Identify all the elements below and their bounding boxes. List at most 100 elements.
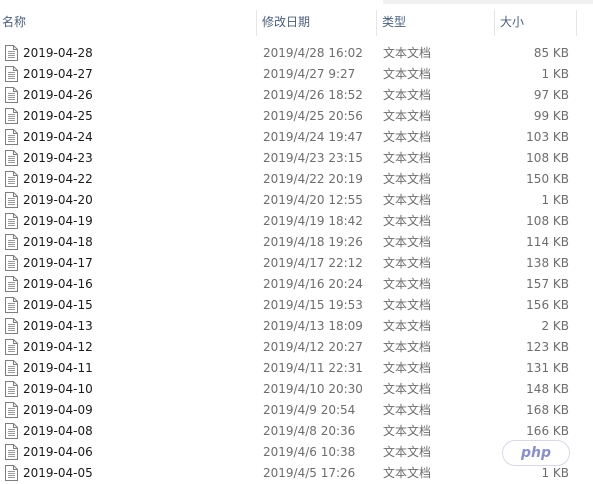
file-row[interactable]: 2019-04-26 2019/4/26 18:52 文本文档 97 KB: [0, 85, 593, 106]
text-document-icon: [5, 108, 18, 124]
file-row[interactable]: 2019-04-20 2019/4/20 12:55 文本文档 1 KB: [0, 190, 593, 211]
file-size: 108 KB: [526, 151, 569, 165]
column-header-name[interactable]: 名称: [0, 6, 256, 38]
file-type: 文本文档: [383, 214, 432, 228]
file-row[interactable]: 2019-04-24 2019/4/24 19:47 文本文档 103 KB: [0, 127, 593, 148]
file-date-modified: 2019/4/15 19:53: [263, 298, 363, 312]
file-size: 148 KB: [526, 382, 569, 396]
text-document-icon: [5, 297, 18, 313]
file-name: 2019-04-28: [23, 46, 93, 60]
file-date-modified: 2019/4/9 20:54: [263, 403, 356, 417]
file-size: 2 KB: [541, 319, 569, 333]
file-size: 103 KB: [526, 130, 569, 144]
file-row[interactable]: 2019-04-19 2019/4/19 18:42 文本文档 108 KB: [0, 211, 593, 232]
file-date-modified: 2019/4/19 18:42: [263, 214, 363, 228]
file-type: 文本文档: [383, 361, 432, 375]
file-name: 2019-04-08: [23, 424, 93, 438]
file-date-modified: 2019/4/18 19:26: [263, 235, 363, 249]
file-row[interactable]: 2019-04-13 2019/4/13 18:09 文本文档 2 KB: [0, 316, 593, 337]
column-header-bar: ⌃ 名称 修改日期 类型 大小: [0, 0, 593, 38]
file-row[interactable]: 2019-04-18 2019/4/18 19:26 文本文档 114 KB: [0, 232, 593, 253]
file-explorer: ⌃ 名称 修改日期 类型 大小 2019-04-28 2019/4/28 16:0…: [0, 0, 593, 484]
file-date-modified: 2019/4/24 19:47: [263, 130, 363, 144]
file-type: 文本文档: [383, 298, 432, 312]
file-name: 2019-04-23: [23, 151, 93, 165]
text-document-icon: [5, 276, 18, 292]
column-header-date-modified[interactable]: 修改日期: [256, 6, 376, 38]
file-name: 2019-04-09: [23, 403, 93, 417]
file-name: 2019-04-22: [23, 172, 93, 186]
text-document-icon: [5, 339, 18, 355]
file-name: 2019-04-27: [23, 67, 93, 81]
text-document-icon: [5, 255, 18, 271]
file-row[interactable]: 2019-04-11 2019/4/11 22:31 文本文档 131 KB: [0, 358, 593, 379]
file-name: 2019-04-15: [23, 298, 93, 312]
file-size: 97 KB: [533, 88, 569, 102]
text-document-icon: [5, 423, 18, 439]
file-type: 文本文档: [383, 193, 432, 207]
file-date-modified: 2019/4/12 20:27: [263, 340, 363, 354]
file-date-modified: 2019/4/13 18:09: [263, 319, 363, 333]
file-row[interactable]: 2019-04-17 2019/4/17 22:12 文本文档 138 KB: [0, 253, 593, 274]
php-logo-watermark: php: [502, 440, 570, 466]
text-document-icon: [5, 87, 18, 103]
file-row[interactable]: 2019-04-09 2019/4/9 20:54 文本文档 168 KB: [0, 400, 593, 421]
file-date-modified: 2019/4/25 20:56: [263, 109, 363, 123]
file-size: 114 KB: [526, 235, 569, 249]
file-date-modified: 2019/4/28 16:02: [263, 46, 363, 60]
file-name: 2019-04-11: [23, 361, 93, 375]
file-row[interactable]: 2019-04-08 2019/4/8 20:36 文本文档 166 KB: [0, 421, 593, 442]
file-type: 文本文档: [383, 235, 432, 249]
column-header-size[interactable]: 大小: [494, 6, 576, 38]
file-row[interactable]: 2019-04-12 2019/4/12 20:27 文本文档 123 KB: [0, 337, 593, 358]
file-row[interactable]: 2019-04-10 2019/4/10 20:30 文本文档 148 KB: [0, 379, 593, 400]
file-name: 2019-04-05: [23, 466, 93, 480]
file-name: 2019-04-10: [23, 382, 93, 396]
text-document-icon: [5, 213, 18, 229]
file-name: 2019-04-19: [23, 214, 93, 228]
file-size: 99 KB: [533, 109, 569, 123]
file-type: 文本文档: [383, 109, 432, 123]
column-header-type[interactable]: 类型: [376, 6, 494, 38]
file-type: 文本文档: [383, 151, 432, 165]
file-row[interactable]: 2019-04-28 2019/4/28 16:02 文本文档 85 KB: [0, 43, 593, 64]
file-row[interactable]: 2019-04-05 2019/4/5 17:26 文本文档 1 KB: [0, 463, 593, 484]
file-date-modified: 2019/4/8 20:36: [263, 424, 356, 438]
text-document-icon: [5, 129, 18, 145]
file-date-modified: 2019/4/23 23:15: [263, 151, 363, 165]
file-row[interactable]: 2019-04-16 2019/4/16 20:24 文本文档 157 KB: [0, 274, 593, 295]
file-size: 150 KB: [526, 172, 569, 186]
file-name: 2019-04-18: [23, 235, 93, 249]
file-size: 138 KB: [526, 256, 569, 270]
file-name: 2019-04-06: [23, 445, 93, 459]
file-row[interactable]: 2019-04-25 2019/4/25 20:56 文本文档 99 KB: [0, 106, 593, 127]
file-row[interactable]: 2019-04-15 2019/4/15 19:53 文本文档 156 KB: [0, 295, 593, 316]
file-name: 2019-04-25: [23, 109, 93, 123]
file-list: 2019-04-28 2019/4/28 16:02 文本文档 85 KB 2019-0…: [0, 43, 593, 484]
file-type: 文本文档: [383, 277, 432, 291]
file-row[interactable]: 2019-04-27 2019/4/27 9:27 文本文档 1 KB: [0, 64, 593, 85]
file-type: 文本文档: [383, 67, 432, 81]
text-document-icon: [5, 360, 18, 376]
file-size: 1 KB: [541, 193, 569, 207]
text-document-icon: [5, 381, 18, 397]
file-date-modified: 2019/4/5 17:26: [263, 466, 356, 480]
file-type: 文本文档: [383, 172, 432, 186]
file-row[interactable]: 2019-04-22 2019/4/22 20:19 文本文档 150 KB: [0, 169, 593, 190]
file-type: 文本文档: [383, 382, 432, 396]
file-date-modified: 2019/4/20 12:55: [263, 193, 363, 207]
file-date-modified: 2019/4/11 22:31: [263, 361, 363, 375]
file-size: 1 KB: [541, 67, 569, 81]
file-row[interactable]: 2019-04-23 2019/4/23 23:15 文本文档 108 KB: [0, 148, 593, 169]
text-document-icon: [5, 234, 18, 250]
file-type: 文本文档: [383, 319, 432, 333]
text-document-icon: [5, 465, 18, 481]
file-type: 文本文档: [383, 340, 432, 354]
file-name: 2019-04-26: [23, 88, 93, 102]
file-size: 85 KB: [533, 46, 569, 60]
text-document-icon: [5, 402, 18, 418]
text-document-icon: [5, 171, 18, 187]
column-divider[interactable]: [576, 10, 577, 36]
file-size: 166 KB: [526, 424, 569, 438]
file-name: 2019-04-20: [23, 193, 93, 207]
